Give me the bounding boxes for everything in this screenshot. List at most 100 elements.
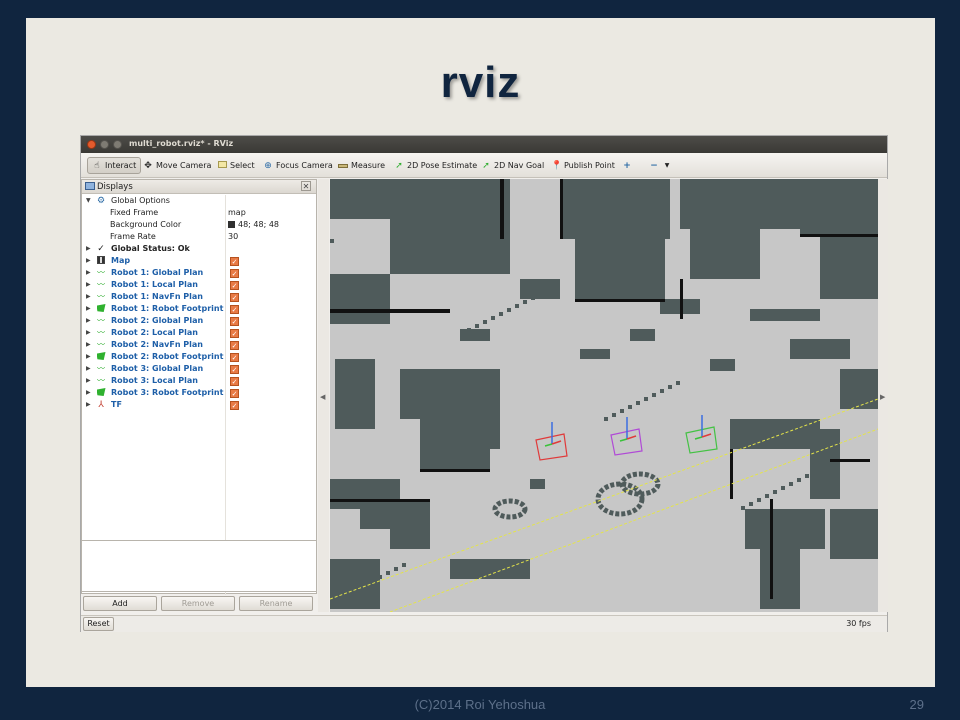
- display-enabled-checkbox[interactable]: ✓: [230, 305, 239, 314]
- add-tool-button[interactable]: +: [618, 157, 636, 174]
- tree-row-display-item[interactable]: ▶ 〰 Robot 2: NavFn Plan ✓: [82, 339, 316, 351]
- focus-camera-tool-button[interactable]: ⊕ Focus Camera: [259, 157, 337, 174]
- gear-icon: ⚙: [96, 196, 106, 206]
- tree-row-display-item[interactable]: ▶ 〰 Robot 3: Global Plan ✓: [82, 363, 316, 375]
- display-enabled-checkbox[interactable]: ✓: [230, 365, 239, 374]
- display-enabled-checkbox[interactable]: ✓: [230, 281, 239, 290]
- reset-button[interactable]: Reset: [83, 617, 114, 631]
- map-speckle: [741, 506, 745, 510]
- global-options-label: Global Options: [111, 196, 170, 205]
- occupied-region: [480, 419, 500, 449]
- 2d-nav-goal-tool-button[interactable]: ➚ 2D Nav Goal: [477, 157, 548, 174]
- occupied-region: [800, 179, 878, 234]
- display-enabled-checkbox[interactable]: ✓: [230, 401, 239, 410]
- expand-arrow-icon[interactable]: ▶: [86, 315, 91, 327]
- wall-segment: [830, 459, 870, 462]
- expand-arrow-icon[interactable]: ▶: [86, 303, 91, 315]
- map-speckle: [781, 486, 785, 490]
- expand-arrow-icon[interactable]: ▶: [86, 279, 91, 291]
- occupied-region: [460, 329, 490, 341]
- tree-row-display-item[interactable]: ▶ ⅄ TF ✓: [82, 399, 316, 411]
- wall-segment: [800, 234, 878, 237]
- display-enabled-checkbox[interactable]: ✓: [230, 353, 239, 362]
- measure-tool-button[interactable]: Measure: [334, 157, 389, 174]
- fixed-frame-value[interactable]: map: [228, 207, 246, 219]
- 3d-viewport[interactable]: [330, 179, 878, 612]
- tree-row-display-item[interactable]: ▶ Robot 1: Robot Footprint ✓: [82, 303, 316, 315]
- expand-arrow-icon[interactable]: ▶: [86, 375, 91, 387]
- rename-button[interactable]: Rename: [239, 596, 313, 611]
- display-description-panel: [81, 540, 317, 592]
- collapse-left-icon[interactable]: ◀: [320, 393, 325, 401]
- ruler-icon: [338, 161, 348, 171]
- window-minimize-button[interactable]: [100, 140, 109, 149]
- background-color-field[interactable]: 48; 48; 48: [228, 219, 279, 231]
- displays-panel-title: Displays: [97, 182, 133, 192]
- tree-row-display-item[interactable]: ▶ 〰 Robot 1: NavFn Plan ✓: [82, 291, 316, 303]
- close-icon[interactable]: ✕: [301, 181, 311, 191]
- tree-row-global-status[interactable]: ▶ ✓ Global Status: Ok: [82, 243, 316, 255]
- occupied-region: [420, 414, 490, 469]
- expand-arrow-icon[interactable]: ▶: [86, 291, 91, 303]
- display-enabled-checkbox[interactable]: ✓: [230, 377, 239, 386]
- measure-tool-label: Measure: [351, 161, 385, 170]
- expand-arrow-icon[interactable]: ▶: [86, 387, 91, 399]
- path-icon: 〰: [97, 364, 105, 373]
- 2d-pose-estimate-tool-button[interactable]: ➚ 2D Pose Estimate: [390, 157, 481, 174]
- tree-row-fixed-frame[interactable]: Fixed Frame map: [82, 207, 316, 219]
- remove-tool-button[interactable]: − ▼: [645, 157, 676, 174]
- tree-row-display-item[interactable]: ▶ 〰 Robot 1: Global Plan ✓: [82, 267, 316, 279]
- map-speckle: [467, 328, 471, 332]
- display-enabled-checkbox[interactable]: ✓: [230, 341, 239, 350]
- add-button[interactable]: Add: [83, 596, 157, 611]
- map-speckle: [402, 563, 406, 567]
- left-splitter[interactable]: ◀: [318, 179, 329, 612]
- display-item-label: Robot 2: NavFn Plan: [111, 340, 203, 349]
- window-maximize-button[interactable]: [113, 140, 122, 149]
- tree-row-background-color[interactable]: Background Color 48; 48; 48: [82, 219, 316, 231]
- tree-row-display-item[interactable]: ▶ 〰 Robot 2: Global Plan ✓: [82, 315, 316, 327]
- interact-tool-button[interactable]: ☝ Interact: [87, 157, 142, 174]
- window-close-button[interactable]: [87, 140, 96, 149]
- tree-row-display-item[interactable]: ▶ Robot 3: Robot Footprint ✓: [82, 387, 316, 399]
- display-enabled-checkbox[interactable]: ✓: [230, 269, 239, 278]
- tree-row-frame-rate[interactable]: Frame Rate 30: [82, 231, 316, 243]
- window-titlebar: multi_robot.rviz* - RViz: [81, 136, 887, 153]
- tree-row-display-item[interactable]: ▶ Robot 2: Robot Footprint ✓: [82, 351, 316, 363]
- occupancy-map[interactable]: [330, 179, 878, 612]
- frame-rate-value[interactable]: 30: [228, 231, 238, 243]
- map-speckle: [330, 239, 334, 243]
- window-title: multi_robot.rviz* - RViz: [129, 139, 234, 148]
- display-enabled-checkbox[interactable]: ✓: [230, 317, 239, 326]
- tree-row-display-item[interactable]: ▶ 〰 Robot 3: Local Plan ✓: [82, 375, 316, 387]
- expand-arrow-icon[interactable]: ▶: [86, 255, 91, 267]
- tree-row-display-item[interactable]: ▶ Map ✓: [82, 255, 316, 267]
- map-speckle: [805, 474, 809, 478]
- collapse-right-icon[interactable]: ▶: [880, 393, 885, 401]
- expand-arrow-icon[interactable]: ▼: [86, 195, 91, 207]
- expand-arrow-icon[interactable]: ▶: [86, 399, 91, 411]
- expand-arrow-icon[interactable]: ▶: [86, 243, 91, 255]
- expand-arrow-icon[interactable]: ▶: [86, 267, 91, 279]
- occupied-region: [530, 479, 545, 489]
- select-tool-button[interactable]: Select: [213, 157, 259, 174]
- expand-arrow-icon[interactable]: ▶: [86, 351, 91, 363]
- expand-arrow-icon[interactable]: ▶: [86, 363, 91, 375]
- pose-arrow-icon: ➚: [395, 160, 403, 171]
- tree-row-global-options[interactable]: ▼ ⚙ Global Options: [82, 195, 316, 207]
- display-enabled-checkbox[interactable]: ✓: [230, 293, 239, 302]
- occupied-region: [790, 339, 850, 359]
- tree-row-display-item[interactable]: ▶ 〰 Robot 2: Local Plan ✓: [82, 327, 316, 339]
- right-splitter[interactable]: ▶: [878, 179, 888, 612]
- expand-arrow-icon[interactable]: ▶: [86, 339, 91, 351]
- expand-arrow-icon[interactable]: ▶: [86, 327, 91, 339]
- display-enabled-checkbox[interactable]: ✓: [230, 257, 239, 266]
- display-enabled-checkbox[interactable]: ✓: [230, 329, 239, 338]
- display-enabled-checkbox[interactable]: ✓: [230, 389, 239, 398]
- move-camera-tool-button[interactable]: ✥ Move Camera: [139, 157, 215, 174]
- map-speckle: [636, 401, 640, 405]
- publish-point-tool-button[interactable]: 📍 Publish Point: [547, 157, 619, 174]
- remove-button[interactable]: Remove: [161, 596, 235, 611]
- displays-tree: ▼ ⚙ Global Options Fixed Frame map Backg…: [82, 195, 316, 411]
- tree-row-display-item[interactable]: ▶ 〰 Robot 1: Local Plan ✓: [82, 279, 316, 291]
